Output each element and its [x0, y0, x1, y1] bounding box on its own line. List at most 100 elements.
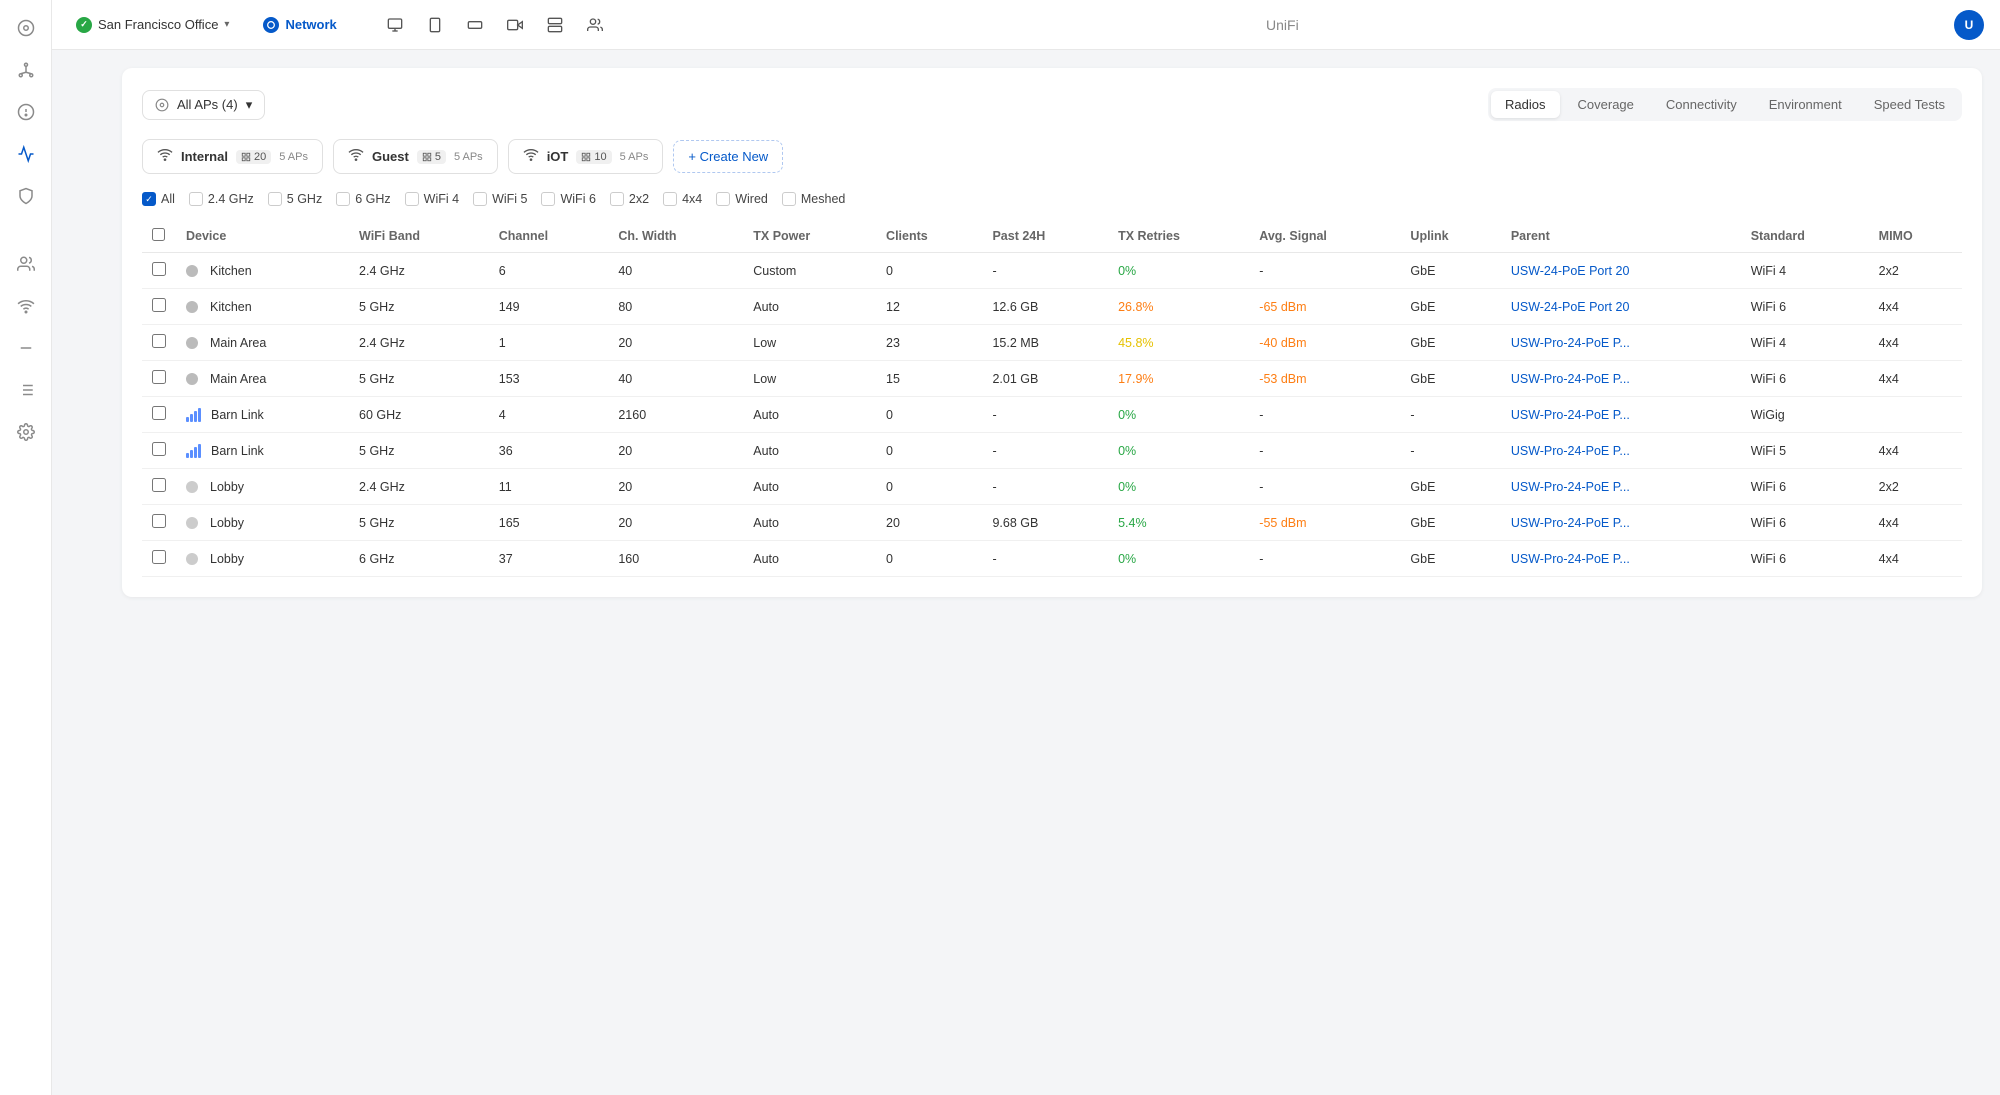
txpower-3: Low [743, 361, 876, 397]
ssid-guest[interactable]: Guest 5 5 APs [333, 139, 498, 174]
device-cell-7: Lobby [186, 516, 339, 530]
filter-wifi4-label: WiFi 4 [424, 192, 459, 206]
channel-4: 4 [489, 397, 609, 433]
filter-2ghz[interactable]: 2.4 GHz [189, 192, 254, 206]
filter-wifi6[interactable]: WiFi 6 [541, 192, 595, 206]
filter-6ghz[interactable]: 6 GHz [336, 192, 390, 206]
standard-7: WiFi 6 [1741, 505, 1869, 541]
parent-1[interactable]: USW-24-PoE Port 20 [1501, 289, 1741, 325]
ssid-iot[interactable]: iOT 10 5 APs [508, 139, 664, 174]
sidebar-item-alerts[interactable] [8, 94, 44, 130]
select-all-checkbox[interactable] [152, 228, 165, 241]
parent-7[interactable]: USW-Pro-24-PoE P... [1501, 505, 1741, 541]
filter-5ghz[interactable]: 5 GHz [268, 192, 322, 206]
sidebar [0, 0, 52, 1095]
parent-6[interactable]: USW-Pro-24-PoE P... [1501, 469, 1741, 505]
parent-5[interactable]: USW-Pro-24-PoE P... [1501, 433, 1741, 469]
table-row: Kitchen 5 GHz 149 80 Auto 12 12.6 GB 26.… [142, 289, 1962, 325]
filter-4x4[interactable]: 4x4 [663, 192, 702, 206]
band-1: 5 GHz [349, 289, 489, 325]
device-cell-5: Barn Link [186, 444, 339, 458]
filter-wifi5[interactable]: WiFi 5 [473, 192, 527, 206]
site-status-dot: ✓ [76, 17, 92, 33]
user-avatar[interactable]: U [1954, 10, 1984, 40]
sidebar-item-users[interactable] [8, 246, 44, 282]
filter-wifi6-checkbox[interactable] [541, 192, 555, 206]
filter-2x2-checkbox[interactable] [610, 192, 624, 206]
row-checkbox-8[interactable] [152, 550, 166, 564]
ssid-internal[interactable]: Internal 20 5 APs [142, 139, 323, 174]
parent-0[interactable]: USW-24-PoE Port 20 [1501, 253, 1741, 289]
sidebar-item-settings[interactable] [8, 414, 44, 450]
mimo-0: 2x2 [1869, 253, 1962, 289]
band-5: 5 GHz [349, 433, 489, 469]
filter-wifi4-checkbox[interactable] [405, 192, 419, 206]
tab-speed-tests[interactable]: Speed Tests [1860, 91, 1959, 118]
channel-1: 149 [489, 289, 609, 325]
sidebar-item-stats[interactable] [8, 136, 44, 172]
sidebar-item-list[interactable] [8, 372, 44, 408]
sidebar-item-topology[interactable] [8, 52, 44, 88]
row-checkbox-0[interactable] [152, 262, 166, 276]
parent-3[interactable]: USW-Pro-24-PoE P... [1501, 361, 1741, 397]
nav-network[interactable]: Network [253, 13, 346, 37]
parent-8[interactable]: USW-Pro-24-PoE P... [1501, 541, 1741, 577]
filter-wifi4[interactable]: WiFi 4 [405, 192, 459, 206]
device-dot [186, 265, 198, 277]
row-checkbox-4[interactable] [152, 406, 166, 420]
ssid-internal-aps: 5 APs [279, 151, 308, 163]
clients-icon[interactable] [419, 9, 451, 41]
ssid-iot-name: iOT [547, 149, 569, 164]
tab-connectivity[interactable]: Connectivity [1652, 91, 1751, 118]
avgsignal-1: -65 dBm [1249, 289, 1400, 325]
device-dot [186, 337, 198, 349]
switch-icon[interactable] [459, 9, 491, 41]
row-checkbox-1[interactable] [152, 298, 166, 312]
sidebar-item-shield[interactable] [8, 178, 44, 214]
filter-meshed-checkbox[interactable] [782, 192, 796, 206]
wifi-icon [157, 148, 173, 165]
filter-meshed[interactable]: Meshed [782, 192, 845, 206]
tab-radios[interactable]: Radios [1491, 91, 1559, 118]
row-checkbox-3[interactable] [152, 370, 166, 384]
filter-all-checkbox[interactable]: ✓ [142, 192, 156, 206]
filter-2x2[interactable]: 2x2 [610, 192, 649, 206]
device-name-1: Kitchen [210, 300, 252, 314]
chwidth-7: 20 [608, 505, 743, 541]
filter-wired[interactable]: Wired [716, 192, 768, 206]
site-selector[interactable]: ✓ San Francisco Office ▾ [68, 13, 237, 37]
uplink-4: - [1400, 397, 1500, 433]
devices-icon[interactable] [379, 9, 411, 41]
device-dot [186, 481, 198, 493]
create-new-button[interactable]: + Create New [673, 140, 783, 173]
filter-wifi5-checkbox[interactable] [473, 192, 487, 206]
parent-2[interactable]: USW-Pro-24-PoE P... [1501, 325, 1741, 361]
sidebar-item-overview[interactable] [8, 10, 44, 46]
row-checkbox-2[interactable] [152, 334, 166, 348]
col-parent: Parent [1501, 220, 1741, 253]
clients-3: 15 [876, 361, 982, 397]
filter-wired-checkbox[interactable] [716, 192, 730, 206]
nav-dot [263, 17, 279, 33]
tab-environment[interactable]: Environment [1755, 91, 1856, 118]
filter-4x4-checkbox[interactable] [663, 192, 677, 206]
users-icon[interactable] [579, 9, 611, 41]
tab-coverage[interactable]: Coverage [1564, 91, 1648, 118]
filter-6ghz-checkbox[interactable] [336, 192, 350, 206]
parent-4[interactable]: USW-Pro-24-PoE P... [1501, 397, 1741, 433]
row-checkbox-7[interactable] [152, 514, 166, 528]
storage-icon[interactable] [539, 9, 571, 41]
mimo-6: 2x2 [1869, 469, 1962, 505]
row-checkbox-6[interactable] [152, 478, 166, 492]
device-name-3: Main Area [210, 372, 266, 386]
sidebar-item-wireless[interactable] [8, 288, 44, 324]
camera-icon[interactable] [499, 9, 531, 41]
device-dot [186, 373, 198, 385]
sidebar-item-minus[interactable] [8, 330, 44, 366]
row-checkbox-5[interactable] [152, 442, 166, 456]
filter-2ghz-checkbox[interactable] [189, 192, 203, 206]
filter-all[interactable]: ✓ All [142, 192, 175, 206]
filter-5ghz-checkbox[interactable] [268, 192, 282, 206]
ap-selector[interactable]: All APs (4) ▾ [142, 90, 265, 120]
device-dot [186, 553, 198, 565]
